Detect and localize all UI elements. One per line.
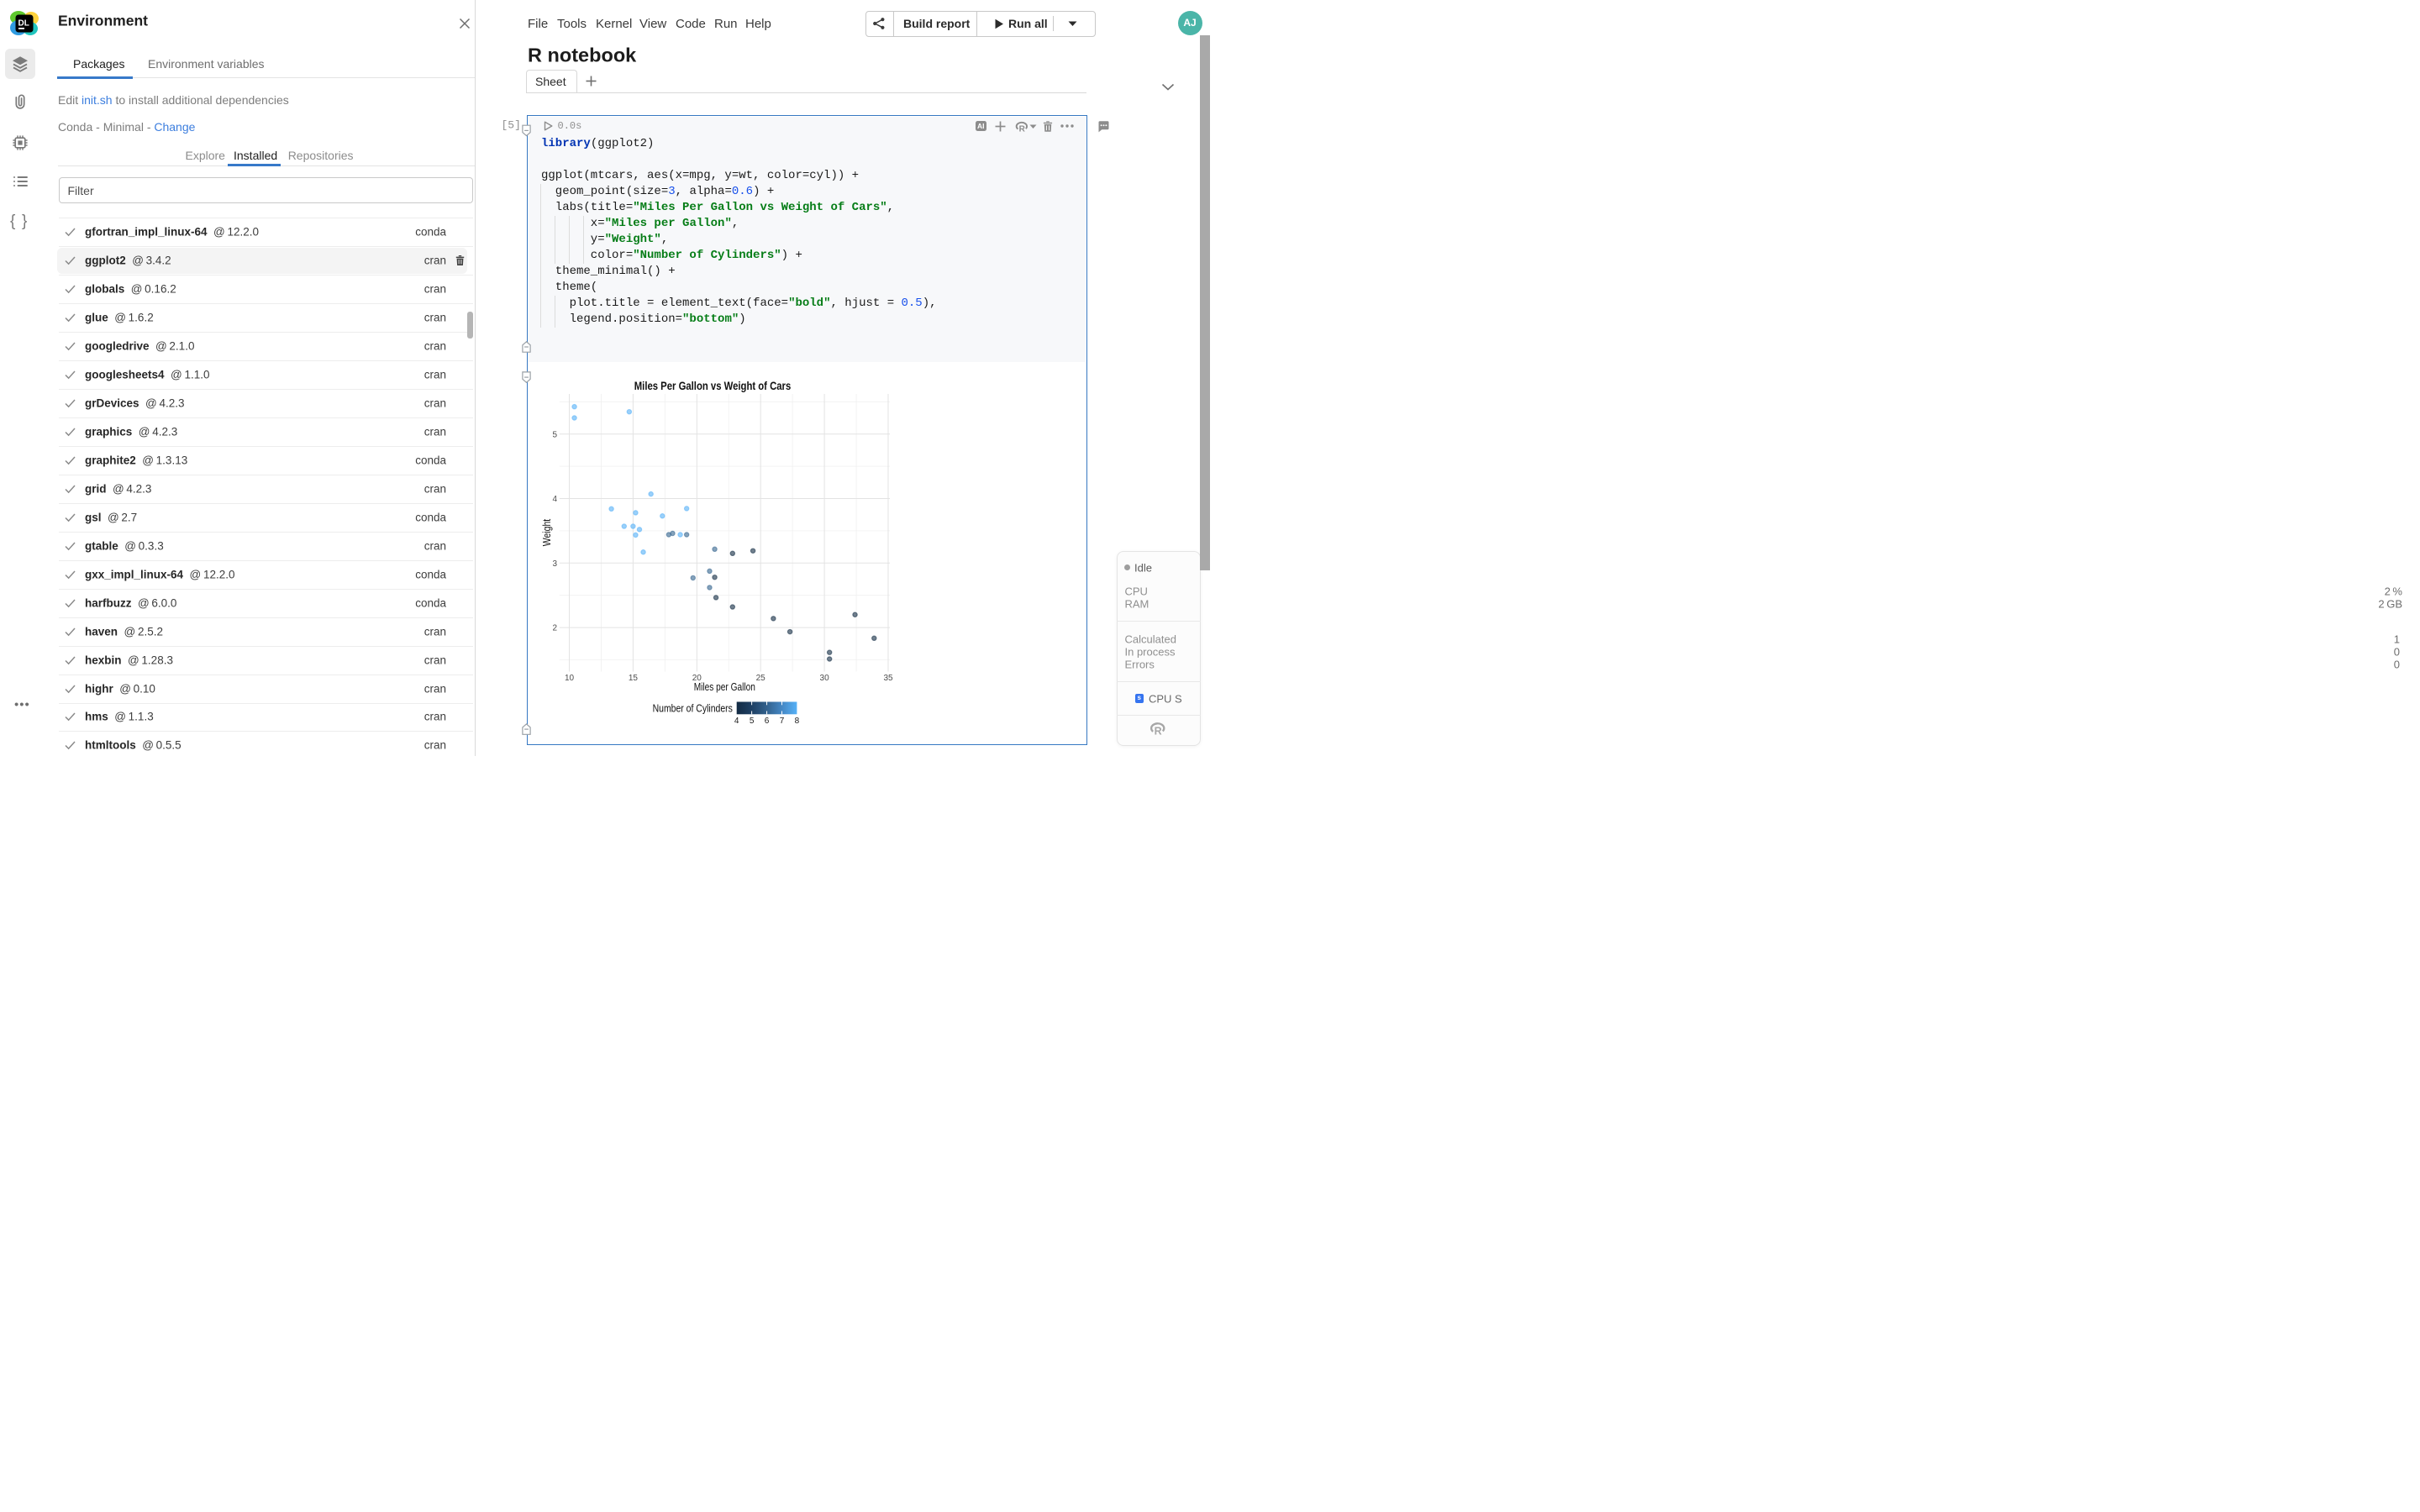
svg-text:3: 3 [552,559,557,569]
svg-text:35: 35 [883,674,893,683]
svg-text:Weight: Weight [540,518,553,546]
svg-text:R: R [1019,124,1026,132]
svg-text:10: 10 [565,674,575,683]
svg-text:Miles per Gallon: Miles per Gallon [694,681,755,693]
svg-text:Number of Cylinders: Number of Cylinders [653,702,733,714]
svg-text:R: R [1155,725,1162,735]
svg-text:4: 4 [734,717,739,726]
svg-text:DL: DL [18,19,29,29]
svg-text:4: 4 [552,495,557,504]
svg-text:5: 5 [552,430,557,439]
svg-text:30: 30 [820,674,830,683]
svg-text:8: 8 [795,717,800,726]
svg-text:15: 15 [629,674,639,683]
svg-text:25: 25 [756,674,766,683]
svg-text:7: 7 [780,717,785,726]
svg-text:5: 5 [750,717,755,726]
svg-text:6: 6 [765,717,770,726]
svg-text:2: 2 [552,624,557,633]
svg-text:Miles Per Gallon vs Weight of: Miles Per Gallon vs Weight of Cars [634,379,792,392]
